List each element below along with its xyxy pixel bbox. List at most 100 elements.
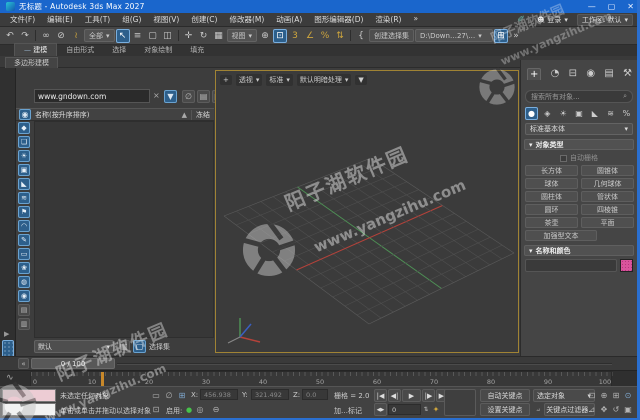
- column-frozen[interactable]: 冻结: [191, 109, 214, 120]
- current-frame-field[interactable]: 0: [388, 404, 421, 415]
- primitive-button[interactable]: 茶壶: [525, 217, 578, 228]
- menu-item[interactable]: 工具(T): [79, 14, 116, 25]
- display-filter-icon[interactable]: ◉: [18, 290, 30, 302]
- key-filters-icon[interactable]: ⟓: [532, 403, 544, 415]
- rect-selection-icon[interactable]: ▢: [146, 29, 160, 43]
- primitive-button[interactable]: 圆柱体: [525, 191, 578, 202]
- menu-item[interactable]: 编辑(E): [41, 14, 79, 25]
- perspective-viewport[interactable]: + 透视 ▾ 标准 ▾ 默认明暗处理 ▾ ▼ 阳子湖软件园 www.yangzihu.…: [215, 70, 519, 353]
- named-sets-icon[interactable]: {: [354, 29, 368, 43]
- clear-search-icon[interactable]: ×: [153, 91, 160, 100]
- selection-lock-icon[interactable]: ∅: [163, 389, 175, 401]
- orbit-icon[interactable]: ↺: [610, 403, 622, 415]
- create-category-icon[interactable]: ◈: [541, 107, 554, 120]
- maxscript-listener-pink[interactable]: [2, 389, 56, 402]
- maxscript-listener-white[interactable]: [2, 403, 56, 416]
- checkbox-icon[interactable]: [560, 154, 567, 162]
- display-filter-icon[interactable]: ▤: [18, 304, 30, 316]
- save-icon[interactable]: ⊞: [494, 28, 509, 43]
- select-by-name-icon[interactable]: ≡: [131, 29, 145, 43]
- display-filter-icon[interactable]: ⚑: [18, 206, 30, 218]
- zoom-all-icon[interactable]: ⊞: [610, 389, 622, 401]
- viewport-pov-menu[interactable]: 透视 ▾: [235, 74, 263, 86]
- menu-item[interactable]: 创建(C): [185, 14, 223, 25]
- project-path-dropdown[interactable]: D:\Down…27\… ▾: [415, 29, 494, 42]
- explorer-search-input[interactable]: www.gndown.com: [34, 89, 150, 103]
- layer-dropdown[interactable]: 默认 ▾: [34, 340, 114, 353]
- tab-create-icon[interactable]: +: [527, 68, 542, 80]
- zoom-extents-icon[interactable]: ⊙: [622, 389, 634, 401]
- set-key-big-button[interactable]: [444, 389, 476, 416]
- tab-modify-icon[interactable]: ◔: [551, 68, 560, 80]
- zoom-region-icon[interactable]: ⊡: [586, 389, 598, 401]
- tab-motion-icon[interactable]: ◉: [586, 68, 595, 80]
- close-button[interactable]: ✕: [627, 2, 634, 11]
- primitive-button[interactable]: 平面: [581, 217, 634, 228]
- display-filter-icon[interactable]: ❏: [18, 136, 30, 148]
- search-all-objects-input[interactable]: 搜索所有对象... ⌕: [525, 90, 633, 103]
- object-name-field[interactable]: [525, 259, 617, 272]
- display-filter-icon[interactable]: ▥: [18, 318, 30, 330]
- create-selection-set-button[interactable]: 创建选择集: [369, 29, 415, 42]
- create-category-icon[interactable]: ☀: [557, 107, 570, 120]
- ribbon-tab[interactable]: 填充: [181, 44, 213, 56]
- menu-item[interactable]: 渲染(R): [369, 14, 407, 25]
- selection-set-icon[interactable]: ▢: [133, 340, 146, 353]
- auto-key-button[interactable]: 自动关键点: [480, 389, 530, 402]
- bind-spacewarp-icon[interactable]: ≀: [69, 29, 83, 43]
- sort-ascending-icon[interactable]: ▲: [182, 111, 187, 119]
- maximize-button[interactable]: ▢: [608, 2, 616, 11]
- window-crossing-icon[interactable]: ◫: [161, 29, 175, 43]
- redo-icon[interactable]: ↷: [18, 29, 32, 43]
- add-time-tag[interactable]: 加…标记: [334, 406, 362, 416]
- next-key-icon[interactable]: |▶: [422, 389, 435, 402]
- textplus-button[interactable]: 加强型文本: [525, 230, 597, 241]
- primitive-button[interactable]: 四棱锥: [581, 204, 634, 215]
- ref-coord-dropdown[interactable]: 视图 ▾: [226, 29, 258, 42]
- previous-frame-button[interactable]: «: [18, 358, 29, 369]
- xyz-toggle-icon[interactable]: ⊞: [176, 389, 188, 401]
- rotate-icon[interactable]: ↻: [197, 29, 211, 43]
- filter-icon[interactable]: ▼: [164, 90, 177, 103]
- create-category-icon[interactable]: ◣: [588, 107, 601, 120]
- menu-item[interactable]: 图形编辑器(D): [308, 14, 369, 25]
- viewport-shading-menu[interactable]: 默认明暗处理 ▾: [296, 74, 352, 86]
- pan-icon[interactable]: ✥: [598, 403, 610, 415]
- trash-icon[interactable]: ▤: [117, 340, 130, 353]
- login-menu[interactable]: ☻ 登录 ▾: [533, 14, 572, 26]
- create-category-icon[interactable]: %: [620, 107, 633, 120]
- ribbon-tab[interactable]: 对象绘制: [135, 44, 181, 56]
- play-icon[interactable]: ▶: [402, 389, 421, 402]
- display-filter-icon[interactable]: ◍: [18, 276, 30, 288]
- toolbar-overflow-icon[interactable]: »: [509, 29, 523, 43]
- workspace-icon[interactable]: ✐: [514, 13, 528, 27]
- menu-item[interactable]: 组(G): [116, 14, 147, 25]
- rollout-object-type[interactable]: ▾ 对象类型: [524, 139, 634, 150]
- maximize-viewport-icon[interactable]: ▣: [622, 403, 634, 415]
- explorer-column-header[interactable]: ◉ 名称(按升序排序) ▲ 冻结: [16, 108, 214, 121]
- minus-icon[interactable]: ⊖: [210, 403, 222, 415]
- display-filter-icon[interactable]: ❀: [18, 262, 30, 274]
- scale-icon[interactable]: ▦: [212, 29, 226, 43]
- percent-snap-icon[interactable]: %: [318, 29, 332, 43]
- selection-filter-dropdown[interactable]: 全部 ▾: [84, 29, 115, 42]
- mini-curve-editor-icon[interactable]: ∿: [6, 373, 14, 383]
- display-filter-icon[interactable]: ≋: [18, 192, 30, 204]
- go-to-start-icon[interactable]: |◀: [374, 389, 387, 402]
- spinner-snap-icon[interactable]: ⇅: [333, 29, 347, 43]
- expand-list-icon[interactable]: ▤: [197, 90, 210, 103]
- display-filter-icon[interactable]: ◆: [18, 122, 30, 134]
- time-slider-groove[interactable]: [117, 363, 612, 365]
- time-slider-handle[interactable]: 0 / 100: [31, 358, 115, 369]
- create-category-icon[interactable]: ▣: [572, 107, 585, 120]
- primitive-button[interactable]: 长方体: [525, 165, 578, 176]
- menu-item[interactable]: 文件(F): [4, 14, 41, 25]
- time-caret[interactable]: [101, 372, 104, 387]
- ribbon-tab[interactable]: 选择: [103, 44, 135, 56]
- display-filter-icon[interactable]: ▣: [18, 164, 30, 176]
- track-bar-ruler[interactable]: 0 10 20 30 40 50 60 70 80 90 100: [30, 371, 613, 387]
- key-mode-icon[interactable]: ◀▶: [374, 403, 387, 416]
- explorer-object-list[interactable]: [34, 121, 214, 338]
- ribbon-tab[interactable]: 建模: [14, 43, 58, 56]
- primitive-button[interactable]: 几何球体: [581, 178, 634, 189]
